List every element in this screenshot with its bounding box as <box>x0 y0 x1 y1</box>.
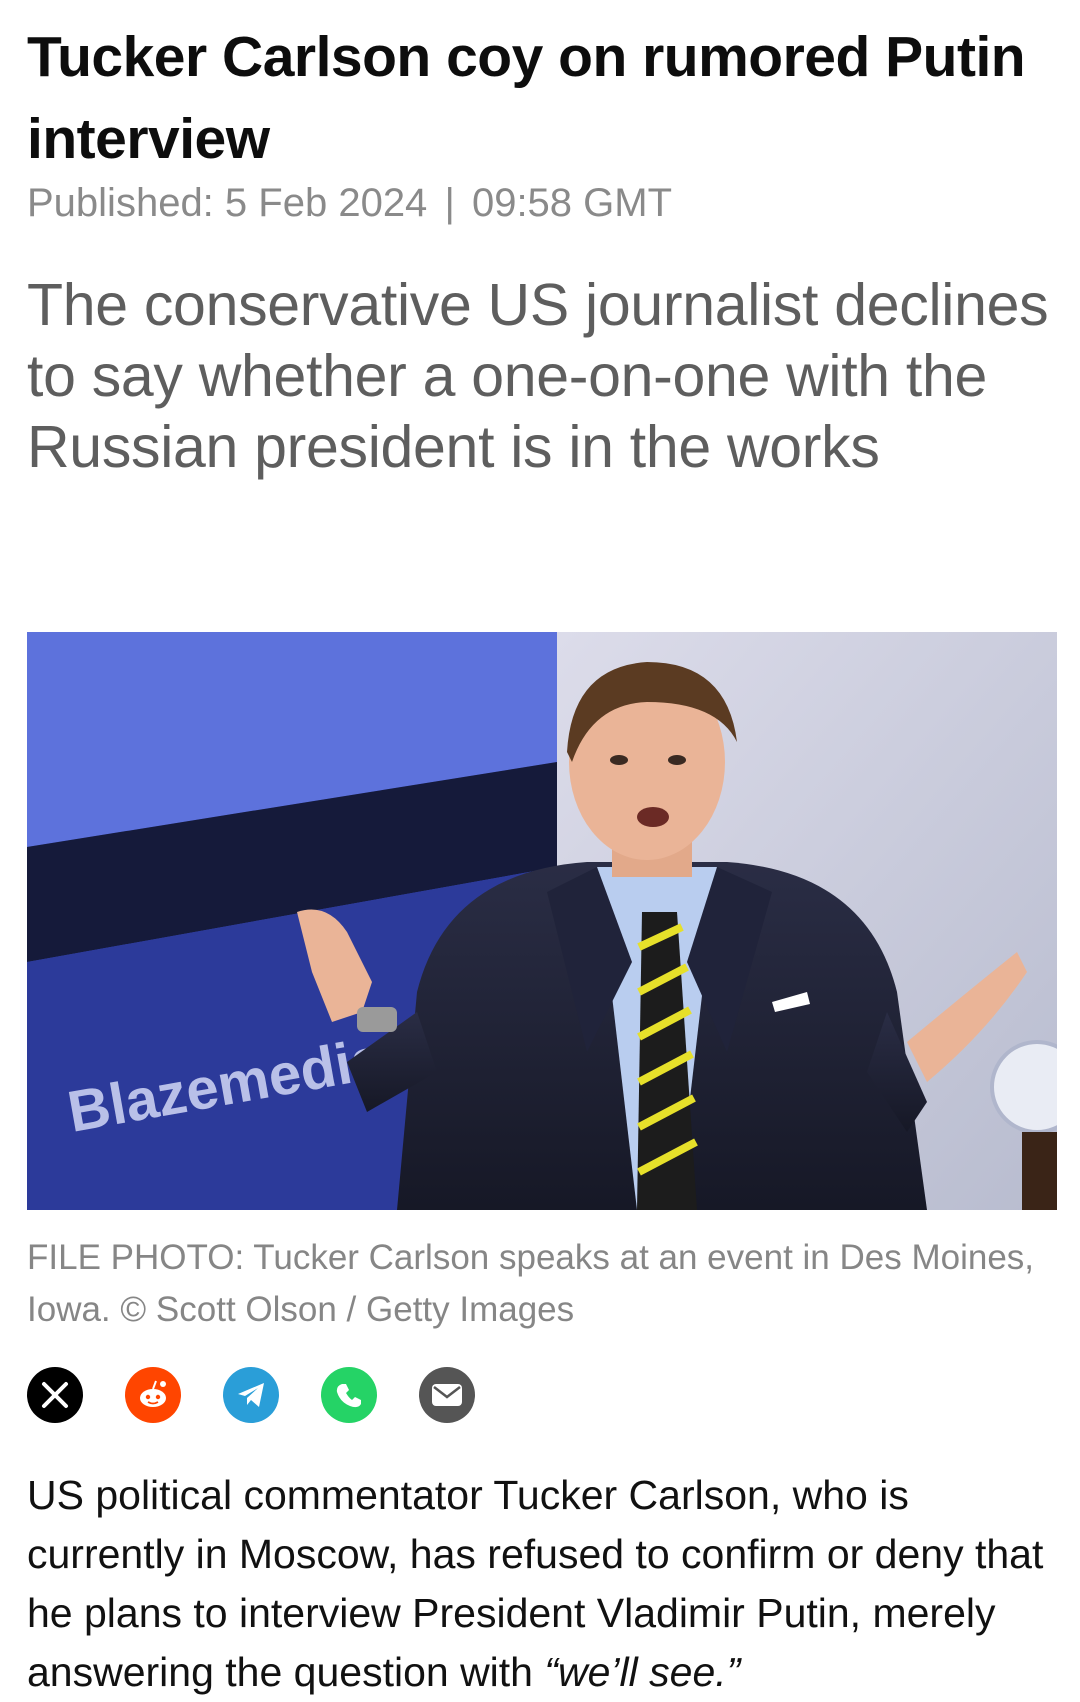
whatsapp-icon <box>336 1384 361 1408</box>
article-headline: Tucker Carlson coy on rumored Putin inte… <box>27 25 1026 171</box>
caption-credit: Scott Olson / Getty Images <box>155 1290 575 1329</box>
telegram-icon <box>238 1383 264 1407</box>
article: Tucker Carlson coy on rumored Putin inte… <box>0 0 1080 1702</box>
body-paragraph-text: US political commentator Tucker Carlson,… <box>27 1472 1044 1695</box>
share-reddit-button[interactable] <box>125 1367 181 1423</box>
copyright-symbol: © <box>120 1290 147 1329</box>
share-whatsapp-button[interactable] <box>321 1367 377 1423</box>
photo-caption: FILE PHOTO: Tucker Carlson speaks at an … <box>27 1232 1067 1336</box>
published-meta: Published: 5 Feb 2024 | 09:58 GMT <box>27 178 672 228</box>
reddit-icon <box>140 1380 166 1407</box>
share-x-button[interactable] <box>27 1367 83 1423</box>
article-photo[interactable]: Blazemedia <box>27 632 1057 1210</box>
published-date: 5 Feb 2024 <box>224 181 428 225</box>
published-separator: | <box>444 181 455 225</box>
body-paragraph-quote: “we’ll see.” <box>544 1649 741 1695</box>
article-body-paragraph: US political commentator Tucker Carlson,… <box>27 1466 1057 1702</box>
share-buttons <box>27 1366 517 1424</box>
article-summary: The conservative US journalist declines … <box>27 272 1049 480</box>
published-time: 09:58 GMT <box>471 181 673 225</box>
share-email-button[interactable] <box>419 1367 475 1423</box>
photo-illustration: Blazemedia <box>27 632 1057 1210</box>
share-telegram-button[interactable] <box>223 1367 279 1423</box>
email-icon <box>432 1384 462 1406</box>
x-icon <box>42 1382 68 1408</box>
published-label: Published: <box>27 181 214 225</box>
